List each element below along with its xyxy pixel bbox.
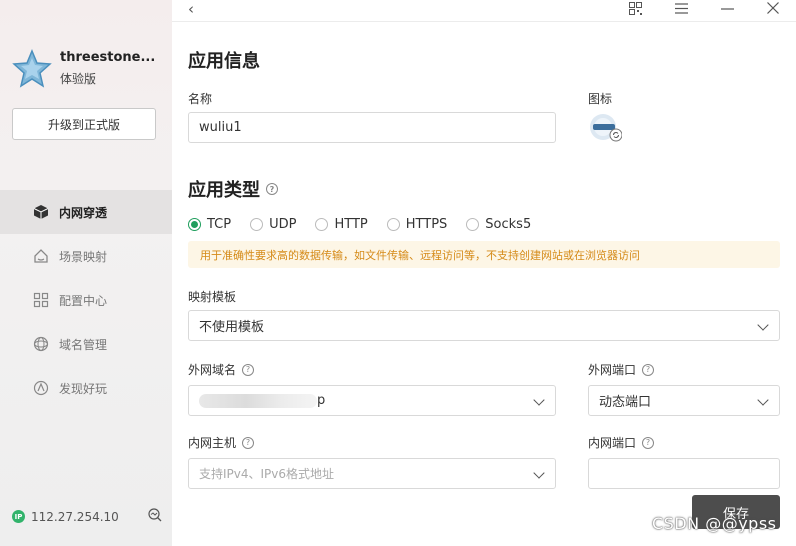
help-icon[interactable]: ? (266, 183, 278, 195)
sidebar: threestone... 体验版 升级到正式版 内网穿透 场景映射 配置中心 (0, 0, 172, 546)
name-input[interactable]: wuliu1 (188, 112, 556, 143)
username: threestone... (60, 49, 156, 65)
name-label: 名称 (188, 92, 213, 106)
sidebar-nav: 内网穿透 场景映射 配置中心 域名管理 发现好玩 (0, 190, 172, 410)
protocol-radio-group: TCP UDP HTTP HTTPS Socks5 (188, 217, 550, 232)
edition-label: 体验版 (60, 71, 97, 86)
redacted-blur (199, 393, 317, 408)
chevron-left-icon[interactable]: ‹ (188, 0, 194, 18)
help-icon[interactable]: ? (242, 363, 255, 376)
sidebar-item-label: 场景映射 (59, 249, 108, 264)
qrcode-icon[interactable] (626, 0, 644, 16)
protocol-notice: 用于准确性要求高的数据传输，如文件传输、远程访问等，不支持创建网站或在浏览器访问 (188, 241, 780, 268)
radio-https[interactable]: HTTPS (386, 217, 448, 232)
main-panel: 应用信息 名称 wuliu1 图标 应用类型 ? TCP UDP HTTP HT… (172, 23, 796, 546)
external-port-select[interactable]: 动态端口 (588, 385, 780, 416)
app-icon[interactable] (588, 113, 622, 147)
chevron-down-icon (757, 319, 769, 331)
title-bar: ‹ (172, 0, 796, 22)
icon-label: 图标 (588, 92, 613, 106)
app-type-title-text: 应用类型 (188, 180, 260, 201)
globe-icon (33, 336, 49, 352)
cube-icon (33, 204, 49, 220)
sidebar-item-intranet[interactable]: 内网穿透 (0, 190, 172, 234)
compass-icon (33, 380, 49, 396)
internal-port-input[interactable] (588, 458, 780, 489)
radio-dot (315, 218, 329, 231)
internal-host-input[interactable]: 支持IPv4、IPv6格式地址 (188, 458, 556, 489)
network-check-icon[interactable] (148, 508, 162, 525)
grid-icon (33, 292, 49, 308)
upgrade-button[interactable]: 升级到正式版 (12, 108, 156, 140)
name-input-value: wuliu1 (199, 120, 242, 135)
external-port-label-text: 外网端口 (588, 363, 637, 377)
close-icon[interactable] (764, 0, 782, 16)
profile[interactable]: threestone... 体验版 (12, 48, 155, 88)
sidebar-item-domain[interactable]: 域名管理 (0, 322, 172, 366)
ip-status: IP 112.27.254.10 (12, 508, 162, 525)
sidebar-item-label: 发现好玩 (59, 381, 108, 396)
radio-label: HTTP (334, 217, 368, 232)
internal-host-label-text: 内网主机 (188, 436, 237, 450)
menu-icon[interactable] (672, 0, 690, 16)
radio-http[interactable]: HTTP (315, 217, 368, 232)
help-icon[interactable]: ? (642, 436, 655, 449)
radio-tcp[interactable]: TCP (188, 217, 231, 232)
external-port-label: 外网端口 ? (588, 361, 655, 378)
radio-socks5[interactable]: Socks5 (466, 217, 531, 232)
internal-host-placeholder: 支持IPv4、IPv6格式地址 (199, 467, 335, 481)
star-avatar-icon (12, 49, 52, 88)
radio-label: HTTPS (405, 217, 448, 232)
ip-address: 112.27.254.10 (31, 509, 119, 524)
external-domain-label: 外网域名 ? (188, 361, 255, 378)
external-port-value: 动态端口 (599, 395, 652, 410)
template-select[interactable]: 不使用模板 (188, 310, 780, 341)
external-domain-label-text: 外网域名 (188, 363, 237, 377)
template-select-value: 不使用模板 (199, 320, 265, 335)
sidebar-item-label: 配置中心 (59, 293, 108, 308)
radio-dot (188, 218, 201, 231)
help-icon[interactable]: ? (642, 363, 655, 376)
sidebar-item-config[interactable]: 配置中心 (0, 278, 172, 322)
internal-port-label: 内网端口 ? (588, 434, 655, 451)
radio-dot (466, 218, 480, 231)
sidebar-item-label: 内网穿透 (59, 205, 108, 220)
internal-port-label-text: 内网端口 (588, 436, 637, 450)
radio-label: Socks5 (485, 217, 532, 232)
app-info-title: 应用信息 (188, 51, 260, 72)
radio-udp[interactable]: UDP (250, 217, 296, 232)
external-domain-select[interactable]: p (188, 385, 556, 416)
minimize-icon[interactable] (718, 0, 736, 16)
radio-label: UDP (269, 217, 297, 232)
internal-host-label: 内网主机 ? (188, 434, 255, 451)
radio-label: TCP (207, 217, 232, 232)
ip-badge-icon: IP (12, 510, 25, 523)
sidebar-item-label: 域名管理 (59, 337, 108, 352)
watermark: CSDN @@ypss (652, 514, 777, 533)
chevron-down-icon (757, 394, 769, 406)
sidebar-item-scene[interactable]: 场景映射 (0, 234, 172, 278)
help-icon[interactable]: ? (242, 436, 255, 449)
template-label: 映射模板 (188, 290, 237, 304)
home-icon (33, 248, 49, 264)
app-type-title: 应用类型 ? (188, 176, 278, 202)
radio-dot (250, 218, 264, 231)
chevron-down-icon (533, 394, 545, 406)
external-domain-value: p (317, 393, 326, 408)
sidebar-item-discover[interactable]: 发现好玩 (0, 366, 172, 410)
chevron-down-icon (533, 467, 545, 479)
radio-dot (386, 218, 400, 231)
